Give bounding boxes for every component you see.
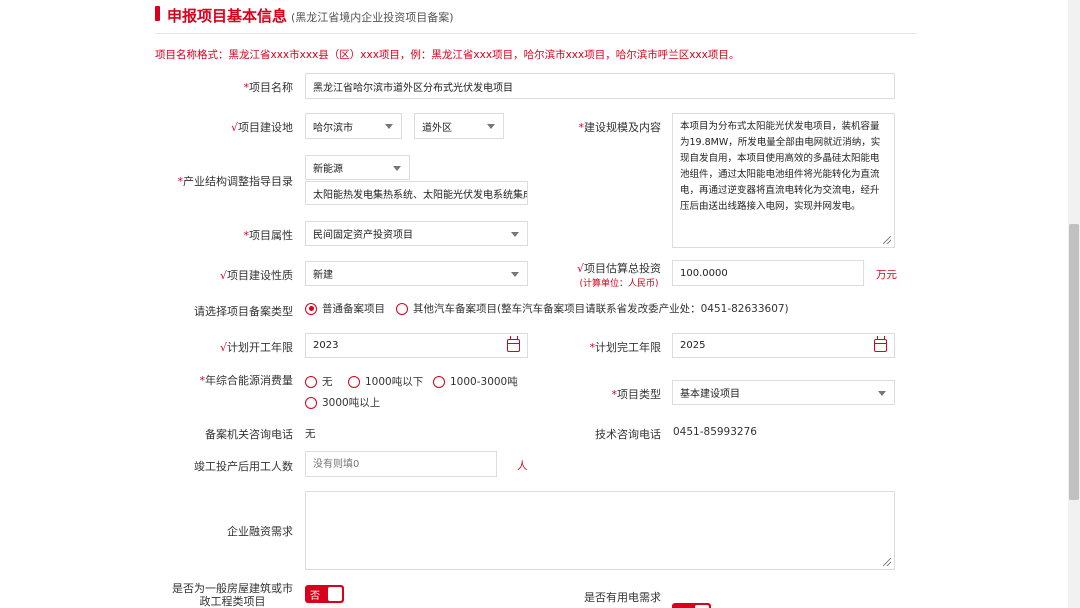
agency-phone-value: 无 — [305, 428, 316, 440]
form-page: 申报项目基本信息 (黑龙江省境内企业投资项目备案) 项目名称格式：黑龙江省xxx市… — [0, 0, 1080, 608]
title-accent-bar — [155, 6, 160, 21]
page-subtitle: (黑龙江省境内企业投资项目备案) — [291, 11, 454, 24]
energy-option-none[interactable]: 无 — [305, 374, 333, 389]
project-type-value: 基本建设项目 — [680, 389, 740, 400]
project-name-input[interactable]: 黑龙江省哈尔滨市道外区分布式光伏发电项目 — [305, 73, 895, 99]
housing-toggle[interactable]: 否 — [305, 585, 344, 603]
chevron-down-icon — [393, 165, 401, 171]
name-format-hint: 项目名称格式：黑龙江省xxx市xxx县（区）xxx项目，例：黑龙江省xxx项目，… — [155, 49, 740, 61]
end-year-value: 2025 — [680, 340, 706, 351]
page-title-text: 申报项目基本信息 — [167, 7, 288, 25]
nature-value: 新建 — [313, 270, 333, 281]
start-year-input[interactable]: 2023 — [305, 333, 528, 358]
project-name-value: 黑龙江省哈尔滨市道外区分布式光伏发电项目 — [313, 82, 513, 94]
chevron-down-icon — [511, 231, 519, 237]
industry-item-field[interactable]: 太阳能热发电集热系统、太阳能光伏发电系统集成 — [305, 181, 528, 205]
scale-label: *建设规模及内容 — [578, 121, 662, 134]
record-type-option-auto[interactable]: 其他汽车备案项目(整车汽车备案项目请联系省发改委产业处：0451-8263360… — [396, 301, 789, 316]
investment-label: √项目估算总投资 (计算单位：人民币) — [576, 262, 661, 289]
chevron-down-icon — [385, 124, 393, 129]
record-type-label: 请选择项目备案类型 — [194, 305, 293, 318]
radio-unchecked-icon[interactable] — [305, 375, 317, 388]
project-type-label: *项目类型 — [611, 388, 662, 401]
chevron-down-icon — [511, 271, 519, 277]
calendar-icon[interactable] — [874, 335, 887, 352]
energy-option-over-3000[interactable]: 3000吨以上 — [305, 395, 380, 410]
attribute-value: 民间固定资产投资项目 — [313, 230, 413, 241]
calendar-icon[interactable] — [507, 335, 520, 352]
district-value: 道外区 — [422, 122, 452, 134]
attribute-select[interactable]: 民间固定资产投资项目 — [305, 221, 528, 246]
resize-handle-icon[interactable] — [883, 558, 891, 566]
workers-unit: 人 — [517, 460, 528, 472]
title-divider — [155, 33, 917, 34]
workers-input[interactable] — [305, 451, 497, 477]
scale-textarea[interactable]: 本项目为分布式太阳能光伏发电项目，装机容量为19.8MW，所发电量全部由电网就近… — [672, 113, 895, 248]
industry-category-value: 新能源 — [313, 164, 343, 175]
resize-handle-icon[interactable] — [883, 236, 891, 244]
investment-sublabel: (计算单位：人民币) — [579, 279, 659, 289]
location-label: √项目建设地 — [230, 121, 293, 134]
financing-label: 企业融资需求 — [227, 525, 293, 538]
financing-textarea[interactable] — [305, 491, 895, 570]
investment-input[interactable]: 100.0000 — [672, 260, 864, 286]
energy-label: *年综合能源消费量 — [199, 374, 294, 387]
page-title: 申报项目基本信息 (黑龙江省境内企业投资项目备案) — [167, 5, 454, 26]
project-type-select[interactable]: 基本建设项目 — [672, 380, 895, 405]
industry-category-select[interactable]: 新能源 — [305, 155, 410, 180]
toggle-knob — [328, 587, 342, 601]
district-select[interactable]: 道外区 — [414, 113, 504, 139]
radio-checked-icon[interactable] — [305, 302, 317, 315]
record-type-option-normal[interactable]: 普通备案项目 — [305, 301, 385, 316]
scrollbar-thumb[interactable] — [1069, 224, 1079, 500]
tech-phone-value: 0451-85993276 — [673, 426, 757, 438]
radio-unchecked-icon[interactable] — [433, 375, 445, 388]
city-value: 哈尔滨市 — [313, 122, 353, 134]
project-name-label: *项目名称 — [243, 81, 294, 94]
energy-option-under-1000[interactable]: 1000吨以下 — [348, 374, 423, 389]
investment-unit: 万元 — [876, 269, 897, 281]
electricity-toggle[interactable]: 否 — [672, 603, 711, 608]
radio-unchecked-icon[interactable] — [348, 375, 360, 388]
energy-option-1000-3000[interactable]: 1000-3000吨 — [433, 374, 518, 389]
attribute-label: *项目属性 — [243, 229, 294, 242]
investment-value: 100.0000 — [680, 267, 728, 279]
end-year-label: *计划完工年限 — [589, 341, 662, 354]
workers-label: 竣工投产后用工人数 — [194, 460, 293, 473]
chevron-down-icon — [878, 390, 886, 396]
electricity-label: 是否有用电需求 — [584, 591, 661, 604]
start-year-value: 2023 — [313, 340, 339, 351]
nature-select[interactable]: 新建 — [305, 261, 528, 286]
start-year-label: √计划开工年限 — [219, 341, 293, 354]
tech-phone-label: 技术咨询电话 — [595, 428, 661, 441]
nature-label: √项目建设性质 — [219, 269, 293, 282]
housing-label: 是否为一般房屋建筑或市 政工程类项目 — [172, 582, 293, 608]
radio-unchecked-icon[interactable] — [396, 302, 408, 315]
industry-label: *产业结构调整指导目录 — [177, 175, 294, 188]
industry-item-value: 太阳能热发电集热系统、太阳能光伏发电系统集成 — [313, 189, 528, 201]
chevron-down-icon — [487, 124, 495, 129]
city-select[interactable]: 哈尔滨市 — [305, 113, 402, 139]
end-year-input[interactable]: 2025 — [672, 333, 895, 358]
agency-phone-label: 备案机关咨询电话 — [205, 428, 293, 441]
scale-text: 本项目为分布式太阳能光伏发电项目，装机容量为19.8MW，所发电量全部由电网就近… — [680, 121, 881, 212]
radio-unchecked-icon[interactable] — [305, 396, 317, 409]
